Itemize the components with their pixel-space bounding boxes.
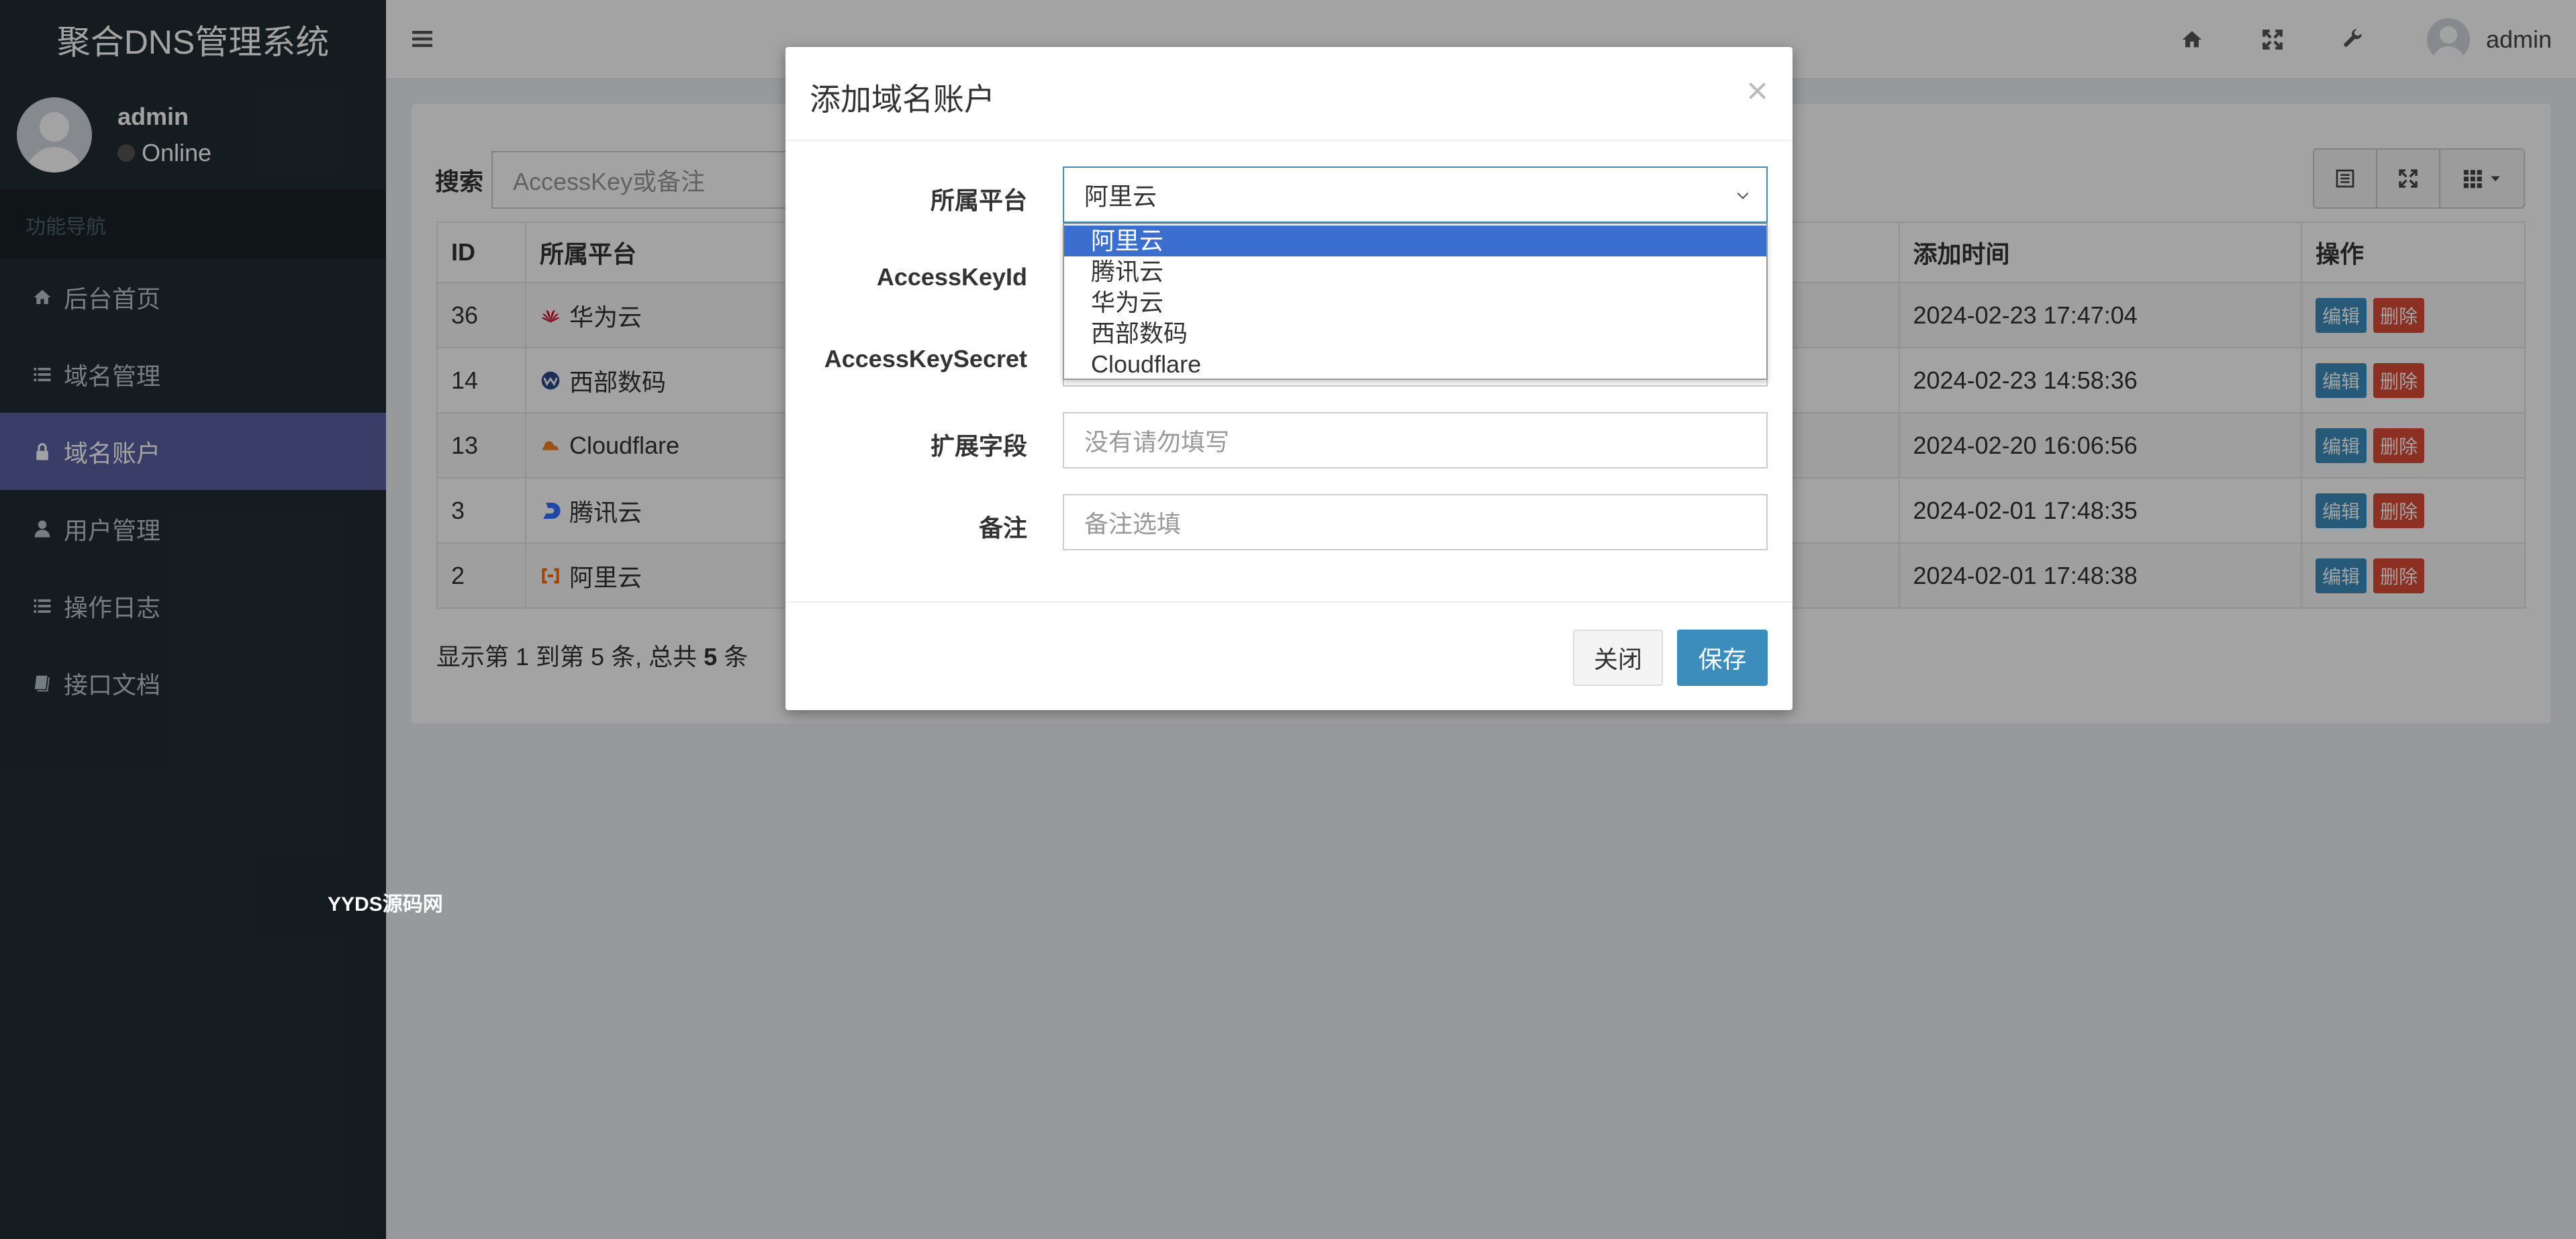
form-row-extra: 扩展字段 没有请勿填写 bbox=[785, 412, 1793, 468]
platform-option[interactable]: 阿里云 bbox=[1064, 226, 1766, 256]
platform-select[interactable]: 阿里云 bbox=[1063, 166, 1768, 223]
close-icon[interactable]: × bbox=[1746, 68, 1768, 112]
extra-input[interactable]: 没有请勿填写 bbox=[1063, 412, 1768, 468]
close-button[interactable]: 关闭 bbox=[1573, 630, 1663, 686]
modal-footer: 关闭 保存 bbox=[785, 601, 1793, 710]
form-row-remark: 备注 备注选填 bbox=[785, 494, 1793, 550]
platform-option[interactable]: 西部数码 bbox=[1064, 318, 1766, 349]
platform-option[interactable]: 腾讯云 bbox=[1064, 256, 1766, 287]
platform-label: 所属平台 bbox=[930, 187, 1027, 214]
save-button[interactable]: 保存 bbox=[1677, 630, 1768, 686]
modal-title: 添加域名账户 bbox=[810, 82, 995, 117]
extra-label: 扩展字段 bbox=[930, 432, 1027, 460]
add-account-modal: 添加域名账户 × 所属平台 阿里云 AccessKeyId AccessKeyS… bbox=[785, 47, 1793, 710]
form-row-platform: 所属平台 阿里云 bbox=[785, 166, 1793, 223]
remark-input[interactable]: 备注选填 bbox=[1063, 494, 1768, 550]
platform-option[interactable]: 华为云 bbox=[1064, 287, 1766, 318]
chevron-down-icon bbox=[1737, 192, 1749, 199]
access-key-secret-label: AccessKeySecret bbox=[824, 345, 1027, 373]
remark-label: 备注 bbox=[978, 514, 1027, 542]
access-key-id-label: AccessKeyId bbox=[876, 263, 1027, 291]
platform-option[interactable]: Cloudflare bbox=[1064, 349, 1766, 380]
platform-select-value: 阿里云 bbox=[1084, 183, 1157, 210]
modal-header: 添加域名账户 × bbox=[785, 47, 1793, 141]
platform-dropdown: 阿里云 腾讯云 华为云 西部数码 Cloudflare bbox=[1063, 223, 1768, 380]
watermark: YYDS源码网 bbox=[328, 893, 443, 915]
